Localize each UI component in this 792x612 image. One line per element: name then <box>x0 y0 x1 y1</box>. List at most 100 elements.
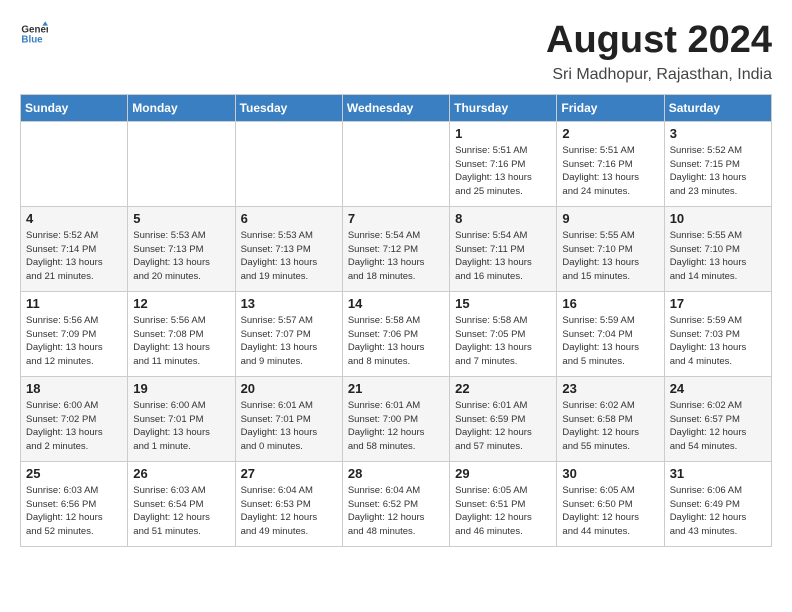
day-info: Sunrise: 6:01 AM Sunset: 6:59 PM Dayligh… <box>455 399 551 454</box>
calendar-title: August 2024 <box>546 20 772 62</box>
day-number: 21 <box>348 381 444 396</box>
table-row: 21 Sunrise: 6:01 AM Sunset: 7:00 PM Dayli… <box>342 376 449 461</box>
day-number: 29 <box>455 466 551 481</box>
day-info: Sunrise: 5:56 AM Sunset: 7:09 PM Dayligh… <box>26 314 122 369</box>
table-row: 23 Sunrise: 6:02 AM Sunset: 6:58 PM Dayli… <box>557 376 664 461</box>
day-number: 24 <box>670 381 766 396</box>
day-number: 16 <box>562 296 658 311</box>
day-number: 14 <box>348 296 444 311</box>
table-row: 13Sunrise: 5:57 AM Sunset: 7:07 PM Dayli… <box>235 291 342 376</box>
day-info: Sunrise: 5:53 AM Sunset: 7:13 PM Dayligh… <box>133 229 229 284</box>
day-info: Sunrise: 5:54 AM Sunset: 7:11 PM Dayligh… <box>455 229 551 284</box>
table-row: 20Sunrise: 6:01 AM Sunset: 7:01 PM Dayli… <box>235 376 342 461</box>
table-row: 24 Sunrise: 6:02 AM Sunset: 6:57 PM Dayli… <box>664 376 771 461</box>
day-info: Sunrise: 5:57 AM Sunset: 7:07 PM Dayligh… <box>241 314 337 369</box>
day-info: Sunrise: 6:00 AM Sunset: 7:02 PM Dayligh… <box>26 399 122 454</box>
table-row: 15 Sunrise: 5:58 AM Sunset: 7:05 PM Dayli… <box>450 291 557 376</box>
table-row: 19 Sunrise: 6:00 AM Sunset: 7:01 PM Dayli… <box>128 376 235 461</box>
day-number: 4 <box>26 211 122 226</box>
day-info: Sunrise: 6:00 AM Sunset: 7:01 PM Dayligh… <box>133 399 229 454</box>
day-info: Sunrise: 6:05 AM Sunset: 6:51 PM Dayligh… <box>455 484 551 539</box>
day-number: 27 <box>241 466 337 481</box>
table-row: 5Sunrise: 5:53 AM Sunset: 7:13 PM Daylig… <box>128 206 235 291</box>
day-number: 28 <box>348 466 444 481</box>
table-row: 14 Sunrise: 5:58 AM Sunset: 7:06 PM Dayli… <box>342 291 449 376</box>
day-number: 23 <box>562 381 658 396</box>
day-number: 18 <box>26 381 122 396</box>
day-number: 26 <box>133 466 229 481</box>
table-row: 12 Sunrise: 5:56 AM Sunset: 7:08 PM Dayli… <box>128 291 235 376</box>
day-info: Sunrise: 6:03 AM Sunset: 6:54 PM Dayligh… <box>133 484 229 539</box>
logo-icon: General Blue <box>20 20 48 48</box>
calendar-week-row: 18 Sunrise: 6:00 AM Sunset: 7:02 PM Dayli… <box>21 376 772 461</box>
day-number: 8 <box>455 211 551 226</box>
day-number: 19 <box>133 381 229 396</box>
day-info: Sunrise: 6:02 AM Sunset: 6:58 PM Dayligh… <box>562 399 658 454</box>
day-info: Sunrise: 5:56 AM Sunset: 7:08 PM Dayligh… <box>133 314 229 369</box>
day-number: 7 <box>348 211 444 226</box>
col-monday: Monday <box>128 94 235 121</box>
table-row: 29 Sunrise: 6:05 AM Sunset: 6:51 PM Dayli… <box>450 461 557 546</box>
table-row <box>342 121 449 206</box>
col-thursday: Thursday <box>450 94 557 121</box>
day-number: 2 <box>562 126 658 141</box>
table-row: 11 Sunrise: 5:56 AM Sunset: 7:09 PM Dayli… <box>21 291 128 376</box>
calendar-week-row: 4 Sunrise: 5:52 AM Sunset: 7:14 PM Daylig… <box>21 206 772 291</box>
table-row: 28 Sunrise: 6:04 AM Sunset: 6:52 PM Dayli… <box>342 461 449 546</box>
header: General Blue August 2024 Sri Madhopur, R… <box>20 20 772 84</box>
table-row: 31Sunrise: 6:06 AM Sunset: 6:49 PM Dayli… <box>664 461 771 546</box>
col-tuesday: Tuesday <box>235 94 342 121</box>
table-row: 17 Sunrise: 5:59 AM Sunset: 7:03 PM Dayli… <box>664 291 771 376</box>
day-info: Sunrise: 6:05 AM Sunset: 6:50 PM Dayligh… <box>562 484 658 539</box>
table-row <box>21 121 128 206</box>
table-row: 9Sunrise: 5:55 AM Sunset: 7:10 PM Daylig… <box>557 206 664 291</box>
day-number: 11 <box>26 296 122 311</box>
table-row: 10 Sunrise: 5:55 AM Sunset: 7:10 PM Dayli… <box>664 206 771 291</box>
table-row <box>128 121 235 206</box>
title-section: August 2024 Sri Madhopur, Rajasthan, Ind… <box>546 20 772 84</box>
table-row: 3 Sunrise: 5:52 AM Sunset: 7:15 PM Daylig… <box>664 121 771 206</box>
table-row: 26 Sunrise: 6:03 AM Sunset: 6:54 PM Dayli… <box>128 461 235 546</box>
table-row: 16Sunrise: 5:59 AM Sunset: 7:04 PM Dayli… <box>557 291 664 376</box>
day-info: Sunrise: 6:04 AM Sunset: 6:52 PM Dayligh… <box>348 484 444 539</box>
col-saturday: Saturday <box>664 94 771 121</box>
calendar-week-row: 11 Sunrise: 5:56 AM Sunset: 7:09 PM Dayli… <box>21 291 772 376</box>
day-info: Sunrise: 5:51 AM Sunset: 7:16 PM Dayligh… <box>562 144 658 199</box>
calendar-subtitle: Sri Madhopur, Rajasthan, India <box>546 66 772 84</box>
table-row: 7Sunrise: 5:54 AM Sunset: 7:12 PM Daylig… <box>342 206 449 291</box>
calendar-week-row: 25Sunrise: 6:03 AM Sunset: 6:56 PM Dayli… <box>21 461 772 546</box>
table-row: 2 Sunrise: 5:51 AM Sunset: 7:16 PM Daylig… <box>557 121 664 206</box>
table-row <box>235 121 342 206</box>
day-number: 12 <box>133 296 229 311</box>
day-number: 31 <box>670 466 766 481</box>
day-info: Sunrise: 5:52 AM Sunset: 7:14 PM Dayligh… <box>26 229 122 284</box>
day-number: 1 <box>455 126 551 141</box>
day-number: 6 <box>241 211 337 226</box>
day-info: Sunrise: 5:59 AM Sunset: 7:03 PM Dayligh… <box>670 314 766 369</box>
day-info: Sunrise: 5:52 AM Sunset: 7:15 PM Dayligh… <box>670 144 766 199</box>
col-friday: Friday <box>557 94 664 121</box>
day-info: Sunrise: 5:58 AM Sunset: 7:05 PM Dayligh… <box>455 314 551 369</box>
table-row: 30 Sunrise: 6:05 AM Sunset: 6:50 PM Dayli… <box>557 461 664 546</box>
day-info: Sunrise: 6:02 AM Sunset: 6:57 PM Dayligh… <box>670 399 766 454</box>
day-info: Sunrise: 5:58 AM Sunset: 7:06 PM Dayligh… <box>348 314 444 369</box>
table-row: 22 Sunrise: 6:01 AM Sunset: 6:59 PM Dayli… <box>450 376 557 461</box>
day-number: 17 <box>670 296 766 311</box>
logo: General Blue <box>20 20 48 48</box>
day-info: Sunrise: 5:55 AM Sunset: 7:10 PM Dayligh… <box>670 229 766 284</box>
table-row: 18 Sunrise: 6:00 AM Sunset: 7:02 PM Dayli… <box>21 376 128 461</box>
day-number: 25 <box>26 466 122 481</box>
table-row: 6Sunrise: 5:53 AM Sunset: 7:13 PM Daylig… <box>235 206 342 291</box>
day-number: 22 <box>455 381 551 396</box>
table-row: 8 Sunrise: 5:54 AM Sunset: 7:11 PM Daylig… <box>450 206 557 291</box>
day-number: 9 <box>562 211 658 226</box>
day-number: 3 <box>670 126 766 141</box>
day-number: 15 <box>455 296 551 311</box>
day-number: 30 <box>562 466 658 481</box>
calendar-header-row: Sunday Monday Tuesday Wednesday Thursday… <box>21 94 772 121</box>
day-number: 10 <box>670 211 766 226</box>
day-info: Sunrise: 6:01 AM Sunset: 7:00 PM Dayligh… <box>348 399 444 454</box>
table-row: 1Sunrise: 5:51 AM Sunset: 7:16 PM Daylig… <box>450 121 557 206</box>
col-wednesday: Wednesday <box>342 94 449 121</box>
table-row: 4 Sunrise: 5:52 AM Sunset: 7:14 PM Daylig… <box>21 206 128 291</box>
